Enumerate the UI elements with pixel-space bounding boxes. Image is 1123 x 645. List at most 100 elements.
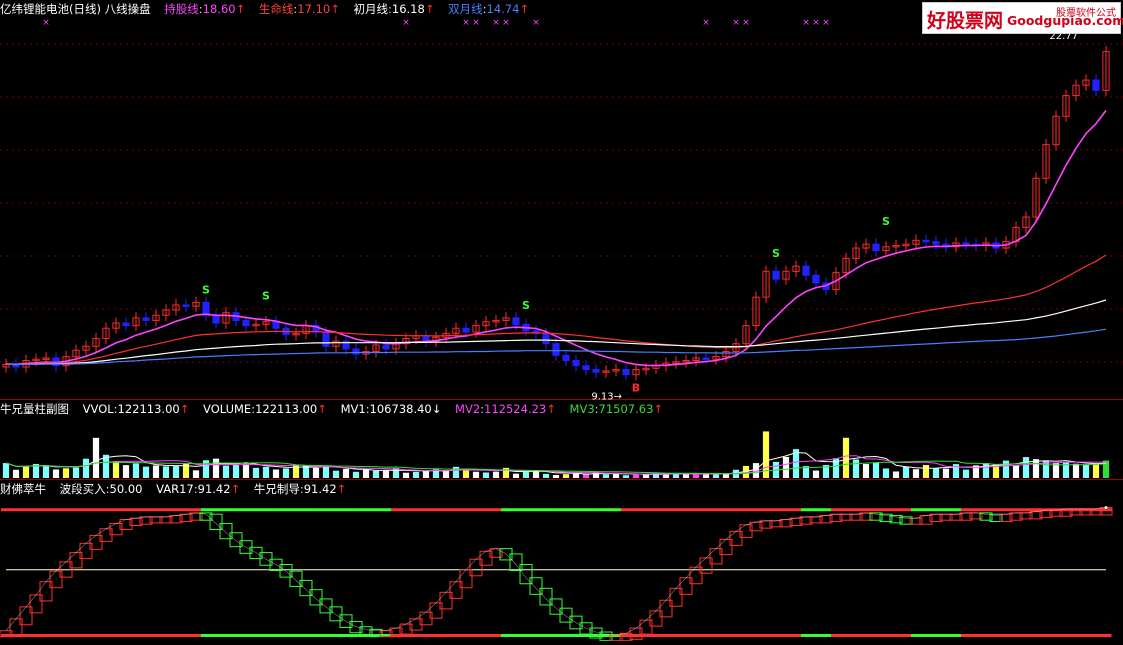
state-band-bottom — [281, 634, 292, 637]
volume-bar — [272, 469, 280, 478]
state-band-top — [731, 508, 742, 512]
volume-bar — [1052, 463, 1060, 478]
state-band-bottom — [141, 634, 152, 637]
up-arrow-icon: ↑ — [653, 402, 664, 416]
candle-body — [582, 365, 590, 371]
up-arrow-icon: ↑ — [519, 2, 530, 16]
candle-body — [382, 344, 390, 350]
state-band-top — [51, 508, 62, 512]
state-band-top — [371, 508, 382, 512]
state-band-bottom — [71, 634, 82, 637]
state-band-top — [841, 508, 852, 512]
candle-body — [552, 343, 560, 356]
state-band-bottom — [241, 634, 252, 637]
volume-bar — [162, 466, 170, 478]
candle-body — [702, 357, 710, 360]
volume-bar — [142, 466, 150, 478]
state-band-top — [861, 508, 872, 512]
volume-bar — [1042, 461, 1050, 478]
state-band-top — [801, 508, 812, 512]
volume-bar — [1022, 457, 1030, 478]
osc-label-1: 波段买入 — [59, 482, 106, 496]
state-band-bottom — [961, 634, 972, 637]
candle-body — [562, 354, 570, 362]
volume-bar — [472, 471, 480, 478]
state-band-top — [141, 508, 152, 512]
state-band-top — [671, 508, 682, 512]
stock-chart[interactable]: S SSSSB× × × × × × × × × × × × ×9.13→22.77 — [0, 0, 1123, 642]
vol-label-5: MV3 — [569, 402, 595, 416]
state-band-top — [341, 508, 352, 512]
state-band-bottom — [221, 634, 232, 637]
state-band-bottom — [721, 634, 732, 637]
candle-body — [272, 321, 280, 329]
osc-item-1: 波段买入:50.00 — [59, 482, 143, 496]
volume-bar — [362, 469, 370, 478]
volume-bar — [922, 464, 930, 478]
state-band-top — [451, 508, 462, 512]
volume-bar — [252, 467, 260, 478]
state-band-bottom — [231, 634, 242, 637]
state-band-top — [611, 508, 622, 512]
candle-body — [872, 243, 880, 252]
chart-area[interactable]: S S S S S B × × × × × × × × × × × × × 9.13→ 22.77 — [0, 0, 1123, 642]
state-band-bottom — [111, 634, 122, 637]
state-band-top — [1021, 508, 1032, 512]
volume-bar — [892, 471, 900, 478]
state-band-bottom — [1041, 634, 1052, 637]
state-band-top — [111, 508, 122, 512]
state-band-bottom — [1081, 634, 1092, 637]
state-band-bottom — [301, 634, 312, 637]
state-band-top — [741, 508, 752, 512]
osc-value-2: 91.42 — [197, 482, 231, 496]
state-band-top — [121, 508, 132, 512]
candle-body — [1092, 79, 1100, 91]
state-band-bottom — [1031, 634, 1042, 637]
state-band-top — [791, 508, 802, 512]
volume-bar — [312, 467, 320, 478]
vol-item-1: VVOL:122113.00↑ — [82, 402, 190, 416]
state-band-top — [891, 508, 902, 512]
state-band-top — [591, 508, 602, 512]
volume-bar — [42, 465, 50, 478]
candle-body — [352, 348, 360, 355]
state-band-bottom — [171, 634, 182, 637]
up-arrow-icon: ↑ — [317, 402, 327, 416]
top-marker: × — [532, 18, 540, 28]
candle-body — [802, 265, 810, 276]
state-band-top — [321, 508, 332, 512]
state-band-bottom — [781, 634, 792, 637]
volume-bar — [192, 470, 200, 478]
volume-bar — [112, 462, 120, 478]
volume-bar — [542, 473, 550, 478]
state-band-top — [361, 508, 372, 512]
state-band-bottom — [971, 634, 982, 637]
state-band-top — [291, 508, 302, 512]
candle-body — [142, 317, 150, 321]
site-logo[interactable]: 好股票网 Goodgupiao.com 股票软件公式 — [922, 2, 1123, 34]
state-band-bottom — [661, 634, 672, 637]
state-band-bottom — [481, 634, 492, 637]
volume-bar — [262, 466, 270, 478]
vol-item-5: MV3:71507.63↑ — [569, 402, 664, 416]
volume-bar — [382, 470, 390, 478]
volume-bar — [662, 474, 670, 478]
state-band-bottom — [151, 634, 162, 637]
state-band-top — [201, 508, 212, 512]
state-band-top — [521, 508, 532, 512]
state-band-top — [351, 508, 362, 512]
state-band-bottom — [191, 634, 202, 637]
state-band-bottom — [211, 634, 222, 637]
state-band-bottom — [121, 634, 132, 637]
state-band-bottom — [461, 634, 472, 637]
state-band-bottom — [501, 634, 512, 637]
volume-bar — [522, 472, 530, 478]
candle-body — [242, 319, 250, 327]
state-band-bottom — [1011, 634, 1022, 637]
state-band-bottom — [321, 634, 332, 637]
state-band-top — [651, 508, 662, 512]
ma-value-1: 18.60 — [202, 2, 236, 16]
ma-label-4: 双月线 — [448, 2, 483, 16]
state-band-top — [1, 508, 12, 512]
state-band-top — [21, 508, 32, 512]
